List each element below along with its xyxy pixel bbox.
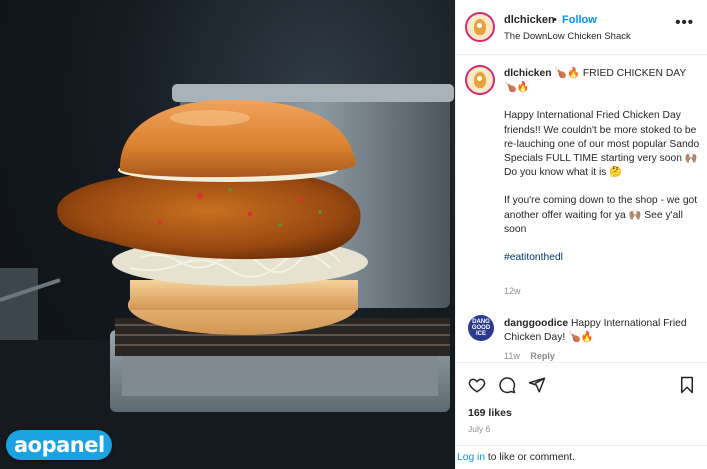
author-avatar[interactable] — [465, 12, 495, 42]
post-side-panel: dlchicken • Follow The DownLow Chicken S… — [455, 0, 707, 469]
caption-paragraph-2: If you're coming down to the shop - we g… — [504, 195, 701, 235]
post-caption: dlchicken 🍗🔥 FRIED CHICKEN DAY 🍗🔥 Happy … — [504, 67, 700, 265]
more-options-icon[interactable]: ••• — [675, 14, 694, 31]
follow-button[interactable]: Follow — [562, 14, 597, 26]
hashtag-link[interactable]: #eatitonthedl — [504, 251, 700, 265]
commenter-username[interactable]: danggoodice — [504, 318, 568, 329]
action-bar — [456, 362, 707, 406]
like-count[interactable]: 169 likes — [468, 407, 512, 419]
login-link[interactable]: Log in — [457, 452, 485, 463]
caption-author-avatar[interactable] — [465, 65, 495, 95]
post-header: dlchicken • Follow The DownLow Chicken S… — [456, 0, 707, 55]
commenter-avatar-text: DANG GOOD ICE — [471, 319, 491, 337]
bookmark-icon[interactable] — [678, 376, 696, 394]
comment-meta: 11w Reply — [504, 351, 555, 361]
reply-button[interactable]: Reply — [530, 351, 555, 361]
commenter-avatar[interactable]: DANG GOOD ICE — [468, 315, 494, 341]
login-prompt: Log in to like or comment. — [456, 445, 707, 469]
post-image[interactable]: aopanel — [0, 0, 455, 469]
login-prompt-text: to like or comment. — [485, 452, 575, 463]
location-subtitle[interactable]: The DownLow Chicken Shack — [504, 31, 631, 42]
comment: danggoodice Happy International Fried Ch… — [504, 317, 700, 345]
fried-chicken-sandwich-photo — [0, 84, 455, 469]
caption-age[interactable]: 12w — [504, 286, 521, 296]
comment-icon[interactable] — [498, 376, 516, 394]
separator-dot: • — [553, 14, 557, 26]
comment-age[interactable]: 11w — [504, 351, 520, 361]
caption-username[interactable]: dlchicken — [504, 68, 552, 79]
send-icon[interactable] — [528, 376, 546, 394]
post-date: July 6 — [468, 424, 491, 434]
watermark-text: aopanel — [14, 433, 105, 457]
caption-paragraph-1: Happy International Fried Chicken Day fr… — [504, 110, 703, 179]
author-username[interactable]: dlchicken — [504, 14, 555, 26]
heart-icon[interactable] — [468, 376, 486, 394]
aopanel-watermark-logo: aopanel — [6, 430, 112, 460]
